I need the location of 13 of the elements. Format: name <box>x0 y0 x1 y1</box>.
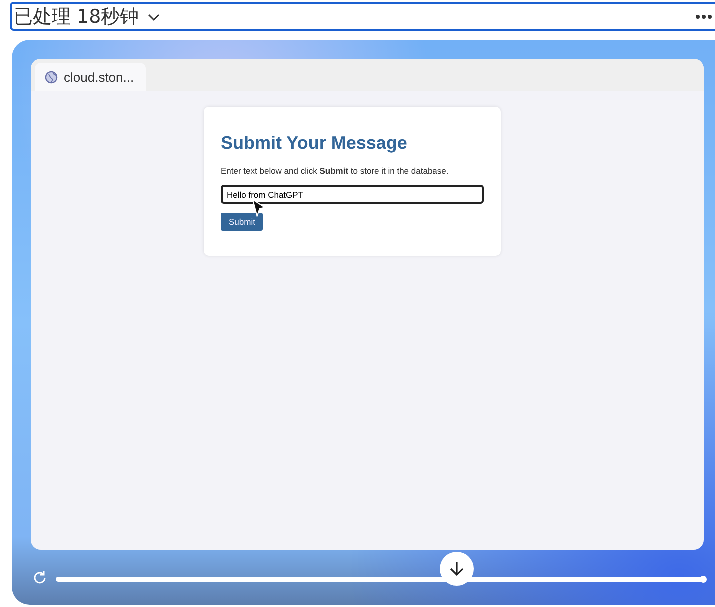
globe-icon <box>45 70 58 84</box>
more-icon[interactable] <box>695 14 713 20</box>
download-button[interactable] <box>440 552 474 586</box>
arrow-down-icon <box>448 560 466 578</box>
mouse-pointer-icon <box>251 199 267 218</box>
instructions-text: Enter text below and click Submit to store it in the database. <box>221 166 450 176</box>
chevron-down-icon[interactable] <box>147 12 162 22</box>
message-input[interactable]: Hello from ChatGPT <box>221 185 484 204</box>
reload-icon[interactable] <box>32 570 48 586</box>
submit-button[interactable]: Submit <box>221 213 264 231</box>
status-label: 已处理 18秒钟 <box>14 4 140 30</box>
page-heading: Submit Your Message <box>221 133 408 154</box>
browser-tab[interactable]: cloud.ston... <box>35 63 146 91</box>
